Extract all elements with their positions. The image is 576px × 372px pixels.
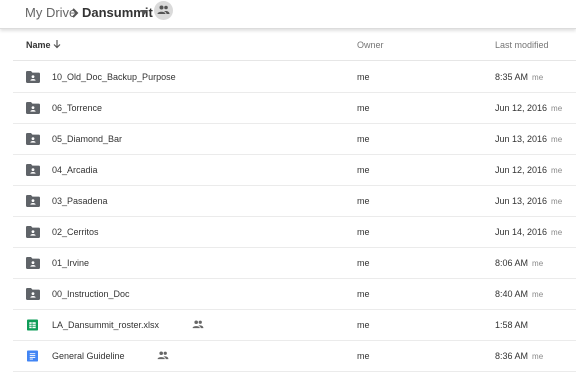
file-name[interactable]: 00_Instruction_Doc bbox=[52, 289, 130, 299]
file-name[interactable]: General Guideline bbox=[52, 351, 125, 361]
modified-date: 8:40 AM bbox=[495, 289, 529, 299]
file-owner: me bbox=[357, 351, 370, 361]
spreadsheet-icon bbox=[27, 319, 38, 331]
modified-by: me bbox=[532, 352, 544, 361]
file-last-modified: Jun 14, 2016 me bbox=[495, 227, 562, 237]
file-list-header: Name Owner Last modified bbox=[13, 30, 576, 61]
modified-date: 8:36 AM bbox=[495, 351, 529, 361]
file-row[interactable]: 05_Diamond_Bar me Jun 13, 2016 me bbox=[13, 124, 576, 155]
modified-date: Jun 12, 2016 bbox=[495, 103, 548, 113]
breadcrumb-bar: My Drive Dansummit bbox=[0, 0, 576, 29]
file-last-modified: 1:58 AM bbox=[495, 320, 528, 330]
modified-date: 1:58 AM bbox=[495, 320, 529, 330]
people-icon bbox=[157, 351, 169, 360]
document-icon bbox=[27, 350, 38, 362]
file-row[interactable]: 06_Torrence me Jun 12, 2016 me bbox=[13, 93, 576, 124]
file-name[interactable]: 10_Old_Doc_Backup_Purpose bbox=[52, 72, 176, 82]
file-owner: me bbox=[357, 289, 370, 299]
modified-date: Jun 12, 2016 bbox=[495, 165, 548, 175]
column-header-last-modified[interactable]: Last modified bbox=[495, 40, 549, 50]
column-header-name[interactable]: Name bbox=[26, 40, 51, 50]
file-name[interactable]: 06_Torrence bbox=[52, 103, 102, 113]
modified-date: Jun 13, 2016 bbox=[495, 134, 548, 144]
shared-folder-icon bbox=[26, 71, 40, 83]
file-last-modified: Jun 13, 2016 me bbox=[495, 134, 562, 144]
file-last-modified: Jun 12, 2016 me bbox=[495, 103, 562, 113]
file-last-modified: Jun 12, 2016 me bbox=[495, 165, 562, 175]
caret-down-icon[interactable] bbox=[139, 6, 149, 18]
shared-folder-icon bbox=[26, 164, 40, 176]
people-icon bbox=[192, 320, 204, 329]
breadcrumb-my-drive[interactable]: My Drive bbox=[25, 4, 76, 22]
column-header-owner[interactable]: Owner bbox=[357, 40, 384, 50]
file-row[interactable]: 01_Irvine me 8:06 AM me bbox=[13, 248, 576, 279]
file-last-modified: 8:36 AM me bbox=[495, 351, 543, 361]
file-last-modified: Jun 13, 2016 me bbox=[495, 196, 562, 206]
people-icon bbox=[157, 5, 170, 14]
shared-folder-icon bbox=[26, 133, 40, 145]
modified-by: me bbox=[532, 290, 544, 299]
shared-folder-badge[interactable] bbox=[154, 1, 173, 20]
shared-folder-icon bbox=[26, 226, 40, 238]
file-name[interactable]: 05_Diamond_Bar bbox=[52, 134, 122, 144]
modified-by: me bbox=[551, 166, 563, 175]
modified-date: Jun 14, 2016 bbox=[495, 227, 548, 237]
file-row[interactable]: 04_Arcadia me Jun 12, 2016 me bbox=[13, 155, 576, 186]
modified-date: 8:35 AM bbox=[495, 72, 529, 82]
file-name[interactable]: 03_Pasadena bbox=[52, 196, 108, 206]
file-row[interactable]: 00_Instruction_Doc me 8:40 AM me bbox=[13, 279, 576, 310]
shared-folder-icon bbox=[26, 195, 40, 207]
modified-date: Jun 13, 2016 bbox=[495, 196, 548, 206]
file-last-modified: 8:35 AM me bbox=[495, 72, 543, 82]
file-last-modified: 8:06 AM me bbox=[495, 258, 543, 268]
file-row[interactable]: General Guideline me 8:36 AM me bbox=[13, 341, 576, 372]
file-owner: me bbox=[357, 165, 370, 175]
modified-by: me bbox=[551, 228, 563, 237]
file-row[interactable]: LA_Dansummit_roster.xlsx me 1:58 AM bbox=[13, 310, 576, 341]
modified-by: me bbox=[532, 259, 544, 268]
file-owner: me bbox=[357, 258, 370, 268]
file-name[interactable]: 02_Cerritos bbox=[52, 227, 99, 237]
file-row[interactable]: 03_Pasadena me Jun 13, 2016 me bbox=[13, 186, 576, 217]
file-name[interactable]: 01_Irvine bbox=[52, 258, 89, 268]
file-last-modified: 8:40 AM me bbox=[495, 289, 543, 299]
file-owner: me bbox=[357, 320, 370, 330]
modified-by: me bbox=[532, 73, 544, 82]
file-row[interactable]: 10_Old_Doc_Backup_Purpose me 8:35 AM me bbox=[13, 62, 576, 93]
file-owner: me bbox=[357, 134, 370, 144]
shared-folder-icon bbox=[26, 257, 40, 269]
shared-folder-icon bbox=[26, 288, 40, 300]
file-owner: me bbox=[357, 227, 370, 237]
modified-by: me bbox=[551, 135, 563, 144]
shared-folder-icon bbox=[26, 102, 40, 114]
file-name[interactable]: 04_Arcadia bbox=[52, 165, 98, 175]
file-owner: me bbox=[357, 72, 370, 82]
modified-date: 8:06 AM bbox=[495, 258, 529, 268]
sort-arrow-down-icon[interactable] bbox=[53, 39, 61, 49]
file-name[interactable]: LA_Dansummit_roster.xlsx bbox=[52, 320, 159, 330]
modified-by: me bbox=[551, 197, 563, 206]
modified-by: me bbox=[551, 104, 563, 113]
file-row[interactable]: 02_Cerritos me Jun 14, 2016 me bbox=[13, 217, 576, 248]
file-owner: me bbox=[357, 103, 370, 113]
file-owner: me bbox=[357, 196, 370, 206]
chevron-right-icon bbox=[72, 8, 79, 18]
